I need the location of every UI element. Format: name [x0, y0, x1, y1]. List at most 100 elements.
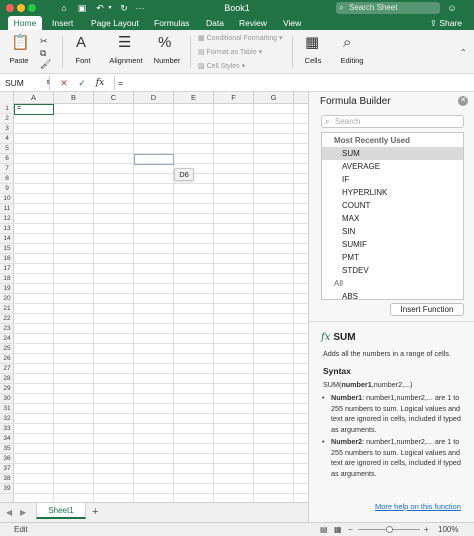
font-button[interactable]: A Font — [68, 30, 98, 74]
row-header[interactable]: 21 — [0, 304, 14, 314]
smiley-icon[interactable]: ☺ — [446, 2, 458, 14]
cell-styles-button[interactable]: ▧ Cell Styles ▾ — [198, 62, 245, 70]
tab-view[interactable]: View — [281, 16, 303, 30]
row-header[interactable]: 38 — [0, 474, 14, 484]
zoom-slider-handle[interactable] — [386, 526, 393, 533]
search-sheet-input[interactable]: ⌕ Search Sheet — [336, 2, 440, 14]
active-cell-a1[interactable]: = — [14, 104, 54, 115]
prev-sheet-icon[interactable]: ◀ — [6, 508, 12, 517]
column-header[interactable]: G — [254, 92, 294, 104]
row-header[interactable]: 32 — [0, 414, 14, 424]
function-list-item[interactable]: PMT — [322, 251, 463, 264]
row-header[interactable]: 31 — [0, 404, 14, 414]
save-icon[interactable]: ▣ — [76, 2, 88, 14]
row-header[interactable]: 12 — [0, 214, 14, 224]
row-header[interactable]: 8 — [0, 174, 14, 184]
conditional-formatting-button[interactable]: ▦ Conditional Formatting ▾ — [198, 34, 282, 42]
format-as-table-button[interactable]: ▤ Format as Table ▾ — [198, 48, 262, 56]
collapse-ribbon-icon[interactable]: ⌃ — [460, 44, 467, 62]
column-header[interactable]: F — [214, 92, 254, 104]
row-header[interactable]: 2 — [0, 114, 14, 124]
add-sheet-button[interactable]: + — [92, 506, 98, 518]
cancel-icon[interactable]: ✕ — [58, 76, 70, 90]
redo-icon[interactable]: ↻ — [118, 2, 130, 14]
row-header[interactable]: 14 — [0, 234, 14, 244]
row-header[interactable]: 10 — [0, 194, 14, 204]
zoom-in-button[interactable]: + — [424, 524, 429, 536]
next-sheet-icon[interactable]: ▶ — [20, 508, 26, 517]
row-header[interactable]: 39 — [0, 484, 14, 494]
row-header[interactable]: 19 — [0, 284, 14, 294]
normal-view-icon[interactable]: ▦ — [334, 524, 342, 536]
function-list-item[interactable]: SIN — [322, 225, 463, 238]
row-header[interactable]: 18 — [0, 274, 14, 284]
format-painter-icon[interactable]: 🖌 — [40, 55, 51, 73]
close-window-button[interactable] — [6, 4, 14, 12]
row-header[interactable]: 26 — [0, 354, 14, 364]
tab-home[interactable]: Home — [8, 16, 42, 30]
zoom-out-button[interactable]: − — [348, 524, 353, 536]
row-header[interactable]: 9 — [0, 184, 14, 194]
function-list-item[interactable]: ABS — [322, 290, 463, 299]
row-header[interactable]: 23 — [0, 324, 14, 334]
name-box-dropdown-icon[interactable]: ⇕ — [42, 76, 54, 90]
function-list-item[interactable]: SUMIF — [322, 238, 463, 251]
insert-function-button[interactable]: Insert Function — [390, 303, 464, 316]
column-header[interactable]: C — [94, 92, 134, 104]
function-list-item[interactable]: MAX — [322, 212, 463, 225]
enter-icon[interactable]: ✓ — [76, 76, 88, 90]
paste-button[interactable]: 📋 Paste — [4, 30, 34, 74]
formula-input[interactable]: = — [114, 76, 464, 90]
row-header[interactable]: 15 — [0, 244, 14, 254]
row-header[interactable]: 35 — [0, 444, 14, 454]
row-header[interactable]: 30 — [0, 394, 14, 404]
editing-button[interactable]: ⌕ Editing — [334, 30, 370, 74]
function-list-item[interactable]: IF — [322, 173, 463, 186]
row-header[interactable]: 34 — [0, 434, 14, 444]
tab-page-layout[interactable]: Page Layout — [89, 16, 141, 30]
row-header[interactable]: 20 — [0, 294, 14, 304]
row-header[interactable]: 5 — [0, 144, 14, 154]
row-header[interactable]: 7 — [0, 164, 14, 174]
row-header[interactable]: 3 — [0, 124, 14, 134]
row-header[interactable]: 4 — [0, 134, 14, 144]
home-icon[interactable]: ⌂ — [58, 2, 70, 14]
column-header[interactable]: E — [174, 92, 214, 104]
cells-button[interactable]: ▦ Cells — [298, 30, 328, 74]
row-header[interactable]: 27 — [0, 364, 14, 374]
row-header[interactable]: 16 — [0, 254, 14, 264]
row-header[interactable]: 6 — [0, 154, 14, 164]
undo-dropdown-icon[interactable]: ▾ — [104, 2, 116, 14]
row-header[interactable]: 25 — [0, 344, 14, 354]
sheet-tab[interactable]: Sheet1 — [36, 503, 86, 519]
row-header[interactable]: 13 — [0, 224, 14, 234]
function-list-item[interactable]: STDEV — [322, 264, 463, 277]
row-header[interactable]: 28 — [0, 374, 14, 384]
more-icon[interactable]: ··· — [134, 2, 146, 14]
tab-review[interactable]: Review — [237, 16, 269, 30]
row-header[interactable]: 37 — [0, 464, 14, 474]
tab-data[interactable]: Data — [204, 16, 226, 30]
row-header[interactable]: 1 — [0, 104, 14, 114]
function-list-item[interactable]: COUNT — [322, 199, 463, 212]
row-header[interactable]: 29 — [0, 384, 14, 394]
reference-cell-d6[interactable] — [134, 154, 174, 165]
more-help-link[interactable]: More help on this function — [375, 502, 461, 511]
tab-formulas[interactable]: Formulas — [152, 16, 191, 30]
number-button[interactable]: % Number — [150, 30, 184, 74]
row-header[interactable]: 36 — [0, 454, 14, 464]
row-header[interactable]: 11 — [0, 204, 14, 214]
insert-function-icon[interactable]: fx — [94, 76, 106, 90]
column-header[interactable]: B — [54, 92, 94, 104]
row-header[interactable]: 24 — [0, 334, 14, 344]
row-header[interactable]: 22 — [0, 314, 14, 324]
column-header[interactable]: D — [134, 92, 174, 104]
minimize-window-button[interactable] — [17, 4, 25, 12]
function-list-item[interactable]: AVERAGE — [322, 160, 463, 173]
function-list-item[interactable]: SUM — [322, 147, 463, 160]
function-search-input[interactable]: ⌕ Search — [321, 115, 464, 128]
row-header[interactable]: 17 — [0, 264, 14, 274]
page-layout-view-icon[interactable]: ▤ — [320, 524, 328, 536]
column-header[interactable]: A — [14, 92, 54, 104]
zoom-window-button[interactable] — [28, 4, 36, 12]
